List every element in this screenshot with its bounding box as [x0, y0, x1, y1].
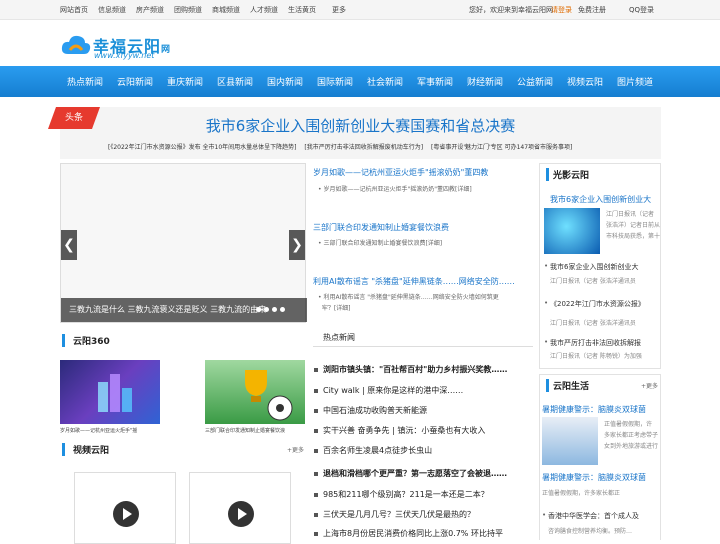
hot-news-item[interactable]: 浏阳市镇头镇："百社帮百村"助力乡村振兴奖教…… — [313, 364, 507, 375]
shenghuo-link-desc: 咨询膳食控制营养均衡。预防… — [548, 528, 633, 535]
welcome-text: 您好，欢迎来到幸福云阳网 — [469, 6, 553, 14]
top-link-yellowpage[interactable]: 生活黄页 — [288, 5, 316, 15]
shenghuo-summary: 正值暑假假期，许 多家长都正考虑带子 女到外地旅游或进行 — [604, 421, 659, 450]
slider-prev-button[interactable]: ❮ — [61, 230, 77, 260]
section-title-guangying: 光影云阳 — [546, 168, 589, 181]
news-desc-2: • 三部门联合印发通知制止婚宴餐饮浪费[详细] — [318, 240, 443, 247]
headline-sub-2[interactable]: [我市严厉打击非法回收拆解报废机动车行为] — [304, 144, 423, 151]
image-slider[interactable]: ❮ ❯ 三教九流是什么 三教九流褒义还是贬义 三教九流的由来 — [60, 163, 307, 323]
guangying-link-desc: 江门日报讯（记者 张浩洋通讯员 — [550, 278, 636, 285]
qq-login-link[interactable]: QQ登录 — [629, 5, 654, 15]
hot-news-item[interactable]: 三伏天是几月几号？三伏天几伏是最热的？ — [314, 509, 475, 520]
headline-sub-1[interactable]: [《2022年江门市水资源公报》发布 全市10年间用水量总体呈下降趋势] — [108, 144, 297, 151]
nav-district[interactable]: 区县新闻 — [217, 75, 253, 88]
headline-box: 头条 我市6家企业入围创新创业大赛国赛和省总决赛 [《2022年江门市水资源公报… — [47, 107, 661, 159]
top-link-group[interactable]: 团购频道 — [174, 5, 202, 15]
hot-news-item[interactable]: 实干兴善 奋勇争先 | 镇沅：小蚕桑也有大收入 — [313, 425, 485, 436]
nav-domestic[interactable]: 国内新闻 — [267, 75, 303, 88]
guangying-link-desc: 江门日报讯（记者 陈畅锐）为加强 — [550, 353, 642, 360]
hot-news-item[interactable]: 985和211哪个级别高？211是一本还是二本？ — [314, 489, 489, 500]
site-logo[interactable]: 幸福云阳网 www.xfyyw.net — [60, 30, 190, 62]
top-link-mall[interactable]: 商城频道 — [212, 5, 240, 15]
shenghuo-link-desc: 正值暑假假期，许多家长都正 — [542, 490, 621, 497]
section-title-yunyang360: 云阳360 — [62, 334, 110, 347]
shenghuo-link[interactable]: 香港中华医学会：首个成人及 — [542, 511, 639, 521]
top-link-job[interactable]: 人才频道 — [250, 5, 278, 15]
video-card-1[interactable] — [74, 472, 176, 544]
top-link-home[interactable]: 网站首页 — [60, 5, 88, 15]
shenghuo-lead-title[interactable]: 暑期健康警示：脑膜炎双球菌 — [542, 404, 646, 415]
nav-charity[interactable]: 公益新闻 — [517, 75, 553, 88]
news-title-3[interactable]: 利用AI散布谣言 "杀猪盘"延伸黑链条……网络安全防…… — [313, 276, 515, 287]
main-nav: 热点新闻 云阳新闻 重庆新闻 区县新闻 国内新闻 国际新闻 社会新闻 军事新闻 … — [0, 66, 720, 97]
guangying-link[interactable]: 我市严厉打击非法回收拆解报 — [544, 338, 641, 348]
thumb-caption-1[interactable]: 岁月如歌——记杭州亚运火炬手"摇 — [60, 427, 137, 434]
shenghuo-more-link[interactable]: +更多 — [641, 381, 658, 390]
login-link[interactable]: 请登录 — [551, 5, 572, 15]
guangying-link[interactable]: 我市6家企业入围创新创业大 — [544, 262, 639, 272]
guangying-link-desc: 江门日报讯（记者 张浩洋通讯员 — [550, 320, 636, 327]
nav-video[interactable]: 视频云阳 — [567, 75, 603, 88]
top-link-more[interactable]: 更多 — [332, 5, 346, 15]
play-icon[interactable] — [228, 501, 254, 527]
news-desc-1: • 岁月如歌——记杭州亚运火炬手"摇滚奶奶"董四教[详细] — [318, 186, 472, 193]
guangying-summary: 江门日报讯（记者 张浩洋）记者日前从 市科技局获悉，第十 — [606, 211, 661, 240]
slider-dots[interactable] — [253, 305, 285, 314]
top-link-house[interactable]: 房产频道 — [136, 5, 164, 15]
section-title-video: 视频云阳 — [62, 443, 109, 456]
thumb-image-1[interactable] — [60, 360, 160, 424]
section-title-shenghuo: 云阳生活 — [546, 379, 589, 392]
nav-international[interactable]: 国际新闻 — [317, 75, 353, 88]
video-more-link[interactable]: +更多 — [287, 445, 304, 454]
nav-society[interactable]: 社会新闻 — [367, 75, 403, 88]
guangying-link[interactable]: 《2022年江门市水资源公报》 — [544, 299, 645, 309]
logo-url: www.xfyyw.net — [94, 51, 155, 60]
guangying-box: 光影云阳 我市6家企业入围创新创业大 江门日报讯（记者 张浩洋）记者日前从 市科技局… — [539, 163, 661, 369]
trophy-football-icon — [245, 370, 293, 421]
guangying-thumb[interactable] — [544, 208, 600, 254]
nav-military[interactable]: 军事新闻 — [417, 75, 453, 88]
play-icon[interactable] — [113, 501, 139, 527]
hot-news-item[interactable]: 上海市8月份居民消费价格同比上涨0.7% 环比持平 — [314, 528, 503, 539]
register-link[interactable]: 免费注册 — [578, 5, 606, 15]
nav-finance[interactable]: 财经新闻 — [467, 75, 503, 88]
news-title-1[interactable]: 岁月如歌——记杭州亚运火炬手"摇滚奶奶"董四教 — [313, 167, 488, 178]
shenghuo-box: 云阳生活 +更多 暑期健康警示：脑膜炎双球菌 正值暑假假期，许 多家长都正考虑带子… — [539, 374, 661, 540]
hot-news-item[interactable]: City walk | 原来你是这样的港中深…… — [313, 385, 463, 396]
shenghuo-thumb[interactable] — [542, 417, 598, 465]
thumb-image-2[interactable] — [205, 360, 305, 424]
hot-news-tab[interactable]: 热点新闻 — [313, 329, 533, 347]
headline-sub-links: [《2022年江门市水资源公报》发布 全市10年间用水量总体呈下降趋势] [我市… — [108, 142, 572, 151]
cloud-logo-icon — [61, 35, 91, 54]
hot-news-item[interactable]: 退档和滑档哪个更严重？第一志愿落空了会被退…… — [314, 468, 507, 479]
nav-chongqing[interactable]: 重庆新闻 — [167, 75, 203, 88]
shenghuo-link[interactable]: 暑期健康警示：脑膜炎双球菌 — [542, 472, 646, 483]
video-card-2[interactable] — [189, 472, 291, 544]
guangying-lead-title[interactable]: 我市6家企业入围创新创业大 — [550, 194, 651, 205]
hot-news-item[interactable]: 百余名师生凌晨4点徒步长虫山 — [313, 445, 432, 456]
top-bar: 网站首页 信息频道 房产频道 团购频道 商城频道 人才频道 生活黄页 更多 您好… — [0, 0, 720, 20]
top-link-info[interactable]: 信息频道 — [98, 5, 126, 15]
slider-next-button[interactable]: ❯ — [289, 230, 305, 260]
news-desc-3: • 利用AI散布谣言 "杀猪盘"延伸黑链条……网络安全防火墙如何筑更 牢？[详细… — [318, 294, 499, 312]
hot-news-item[interactable]: 中国石油成功收购普天新能源 — [314, 405, 427, 416]
nav-picture[interactable]: 图片频道 — [617, 75, 653, 88]
headline-title[interactable]: 我市6家企业入围创新创业大赛国赛和省总决赛 — [60, 115, 661, 136]
nav-hot[interactable]: 热点新闻 — [67, 75, 103, 88]
news-title-2[interactable]: 三部门联合印发通知制止婚宴餐饮浪费 — [313, 222, 449, 233]
headline-sub-3[interactable]: [粤省事开设'魅力江门'专区 可办147项省市服务事项] — [431, 144, 572, 151]
thumb-caption-2[interactable]: 三部门联合印发通知制止婚宴餐饮浪 — [205, 427, 285, 434]
nav-yunyang[interactable]: 云阳新闻 — [117, 75, 153, 88]
isometric-bars-icon — [98, 374, 132, 412]
